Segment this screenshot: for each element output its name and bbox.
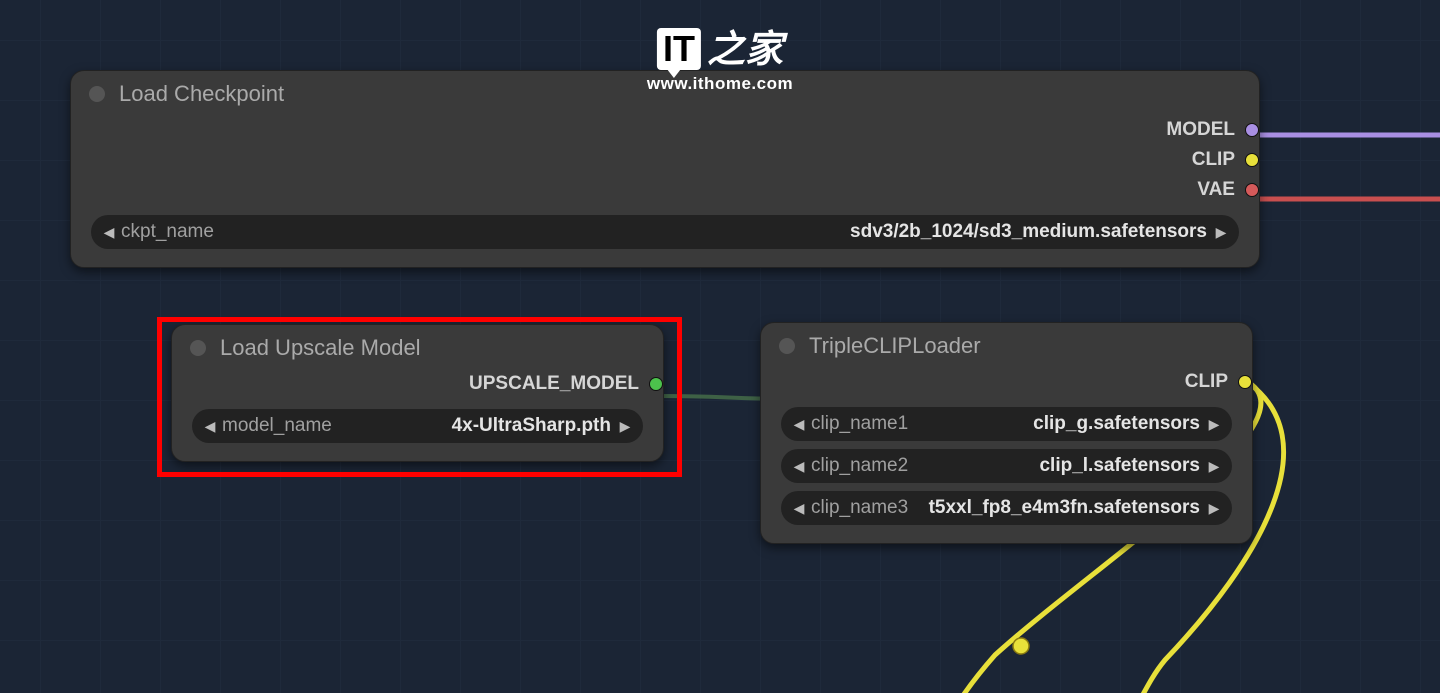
watermark: IT 之家 www.ithome.com — [647, 28, 793, 94]
output-label-clip: CLIP — [1192, 149, 1235, 171]
output-model[interactable]: MODEL — [1166, 119, 1259, 141]
node-outputs: CLIP — [761, 365, 1252, 399]
widget-label: clip_name1 — [807, 413, 908, 435]
port-clip[interactable] — [1238, 375, 1252, 389]
widget-value: t5xxl_fp8_e4m3fn.safetensors — [908, 497, 1206, 519]
output-vae[interactable]: VAE — [1197, 179, 1259, 201]
widget-label: clip_name3 — [807, 497, 908, 519]
port-clip[interactable] — [1245, 153, 1259, 167]
node-header[interactable]: Load Upscale Model — [172, 325, 663, 367]
output-label-model: MODEL — [1166, 119, 1235, 141]
chevron-left-icon[interactable]: ◀ — [791, 458, 807, 475]
watermark-logo-it: IT — [657, 28, 701, 70]
chevron-left-icon[interactable]: ◀ — [791, 500, 807, 517]
collapse-dot-icon[interactable] — [190, 340, 206, 356]
output-label-clip: CLIP — [1185, 371, 1228, 393]
node-title: Load Checkpoint — [119, 81, 284, 107]
node-load-upscale-model[interactable]: Load Upscale Model UPSCALE_MODEL ◀ model… — [171, 324, 664, 462]
node-triple-clip-loader[interactable]: TripleCLIPLoader CLIP ◀ clip_name1 clip_… — [760, 322, 1253, 544]
port-upscale-model[interactable] — [649, 377, 663, 391]
widget-clip-name1[interactable]: ◀ clip_name1 clip_g.safetensors ▶ — [781, 407, 1232, 441]
node-outputs: MODEL CLIP VAE — [71, 113, 1259, 207]
node-title: TripleCLIPLoader — [809, 333, 981, 359]
node-header[interactable]: TripleCLIPLoader — [761, 323, 1252, 365]
widget-value: clip_g.safetensors — [908, 413, 1206, 435]
widget-model-name[interactable]: ◀ model_name 4x-UltraSharp.pth ▶ — [192, 409, 643, 443]
collapse-dot-icon[interactable] — [89, 86, 105, 102]
port-model[interactable] — [1245, 123, 1259, 137]
chevron-right-icon[interactable]: ▶ — [1206, 416, 1222, 433]
widget-label: clip_name2 — [807, 455, 908, 477]
watermark-logo-suffix: 之家 — [703, 30, 783, 70]
output-label-upscale-model: UPSCALE_MODEL — [469, 373, 639, 395]
collapse-dot-icon[interactable] — [779, 338, 795, 354]
widget-label: ckpt_name — [117, 221, 214, 243]
widget-clip-name2[interactable]: ◀ clip_name2 clip_l.safetensors ▶ — [781, 449, 1232, 483]
widget-clip-name3[interactable]: ◀ clip_name3 t5xxl_fp8_e4m3fn.safetensor… — [781, 491, 1232, 525]
watermark-logo: IT 之家 — [657, 28, 783, 70]
output-clip[interactable]: CLIP — [1185, 371, 1252, 393]
node-title: Load Upscale Model — [220, 335, 421, 361]
output-clip[interactable]: CLIP — [1192, 149, 1259, 171]
chevron-right-icon[interactable]: ▶ — [1206, 458, 1222, 475]
port-vae[interactable] — [1245, 183, 1259, 197]
node-outputs: UPSCALE_MODEL — [172, 367, 663, 401]
widget-value: 4x-UltraSharp.pth — [332, 415, 617, 437]
output-label-vae: VAE — [1197, 179, 1235, 201]
widget-ckpt-name[interactable]: ◀ ckpt_name sdv3/2b_1024/sd3_medium.safe… — [91, 215, 1239, 249]
chevron-right-icon[interactable]: ▶ — [1213, 224, 1229, 241]
chevron-left-icon[interactable]: ◀ — [202, 418, 218, 435]
output-upscale-model[interactable]: UPSCALE_MODEL — [469, 373, 663, 395]
chevron-left-icon[interactable]: ◀ — [101, 224, 117, 241]
widget-value: clip_l.safetensors — [908, 455, 1206, 477]
chevron-right-icon[interactable]: ▶ — [1206, 500, 1222, 517]
chevron-left-icon[interactable]: ◀ — [791, 416, 807, 433]
widget-label: model_name — [218, 415, 332, 437]
chevron-right-icon[interactable]: ▶ — [617, 418, 633, 435]
widget-value: sdv3/2b_1024/sd3_medium.safetensors — [214, 221, 1213, 243]
node-load-checkpoint[interactable]: Load Checkpoint MODEL CLIP VAE ◀ ckpt_na… — [70, 70, 1260, 268]
